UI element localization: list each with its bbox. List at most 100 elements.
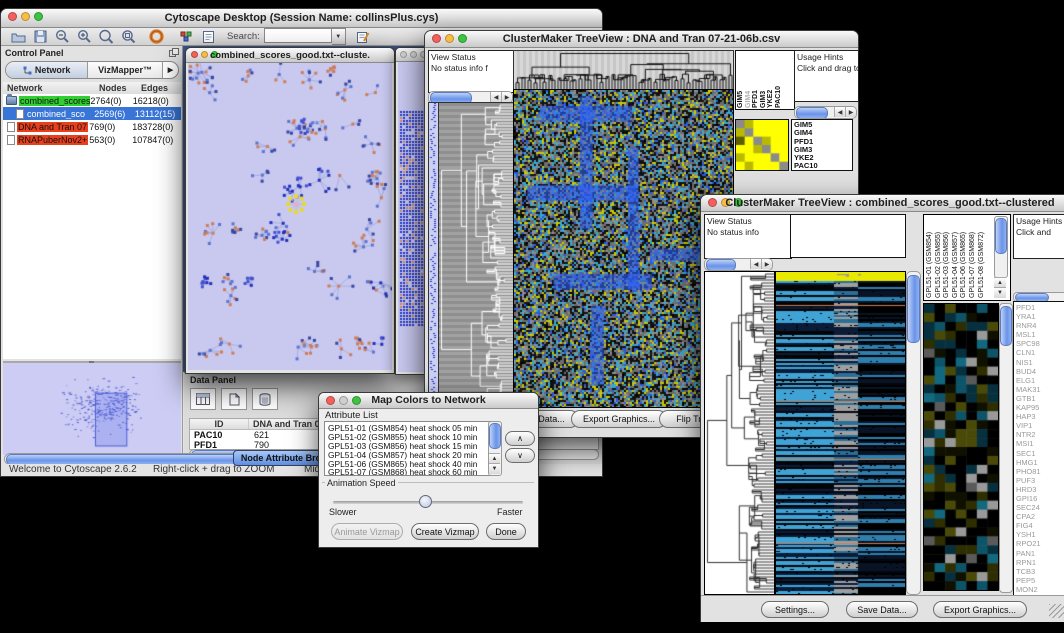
tab-more-button[interactable]: ▶ [163, 62, 178, 78]
plugins-button[interactable] [175, 27, 197, 47]
scrollbar-thumb[interactable] [489, 423, 501, 449]
scrollbar-thumb[interactable] [1000, 306, 1012, 346]
row-dendrogram[interactable] [704, 271, 775, 595]
close-button[interactable] [8, 12, 17, 21]
column-label[interactable]: GPL51-07 (GSM868) [969, 216, 978, 298]
network-overview-minimap[interactable] [5, 365, 179, 453]
scrollbar-thumb[interactable] [706, 259, 736, 271]
done-button[interactable]: Done [486, 523, 526, 540]
scroll-left-arrow[interactable]: ◀ [834, 107, 845, 117]
table-row-id[interactable]: PAC10 [190, 430, 248, 440]
gene-label[interactable]: MSI1 [1016, 439, 1064, 448]
gene-label[interactable]: HAP3 [1016, 412, 1064, 421]
scroll-left-arrow[interactable]: ◀ [750, 259, 761, 269]
move-up-button[interactable]: ∧ [505, 431, 535, 446]
close-button[interactable] [326, 396, 335, 405]
treeview2-title-bar[interactable]: ClusterMaker TreeView : combined_scores_… [701, 195, 1064, 212]
column-labels-scrollbar[interactable] [994, 216, 1008, 278]
open-session-button[interactable] [7, 27, 29, 47]
undock-icon[interactable] [169, 48, 179, 57]
gene-label[interactable]: RPN1 [1016, 558, 1064, 567]
close-button[interactable] [191, 51, 198, 58]
gene-label[interactable]: PAN1 [1016, 549, 1064, 558]
gene-label[interactable]: KAP95 [1016, 403, 1064, 412]
gene-label[interactable]: PFD1 [1016, 303, 1064, 312]
gene-label[interactable]: MON2 [1016, 585, 1064, 594]
column-label[interactable]: GIM3 [760, 52, 768, 108]
hints-horizontal-scrollbar[interactable]: ◀ ▶ [794, 106, 857, 119]
selected-genes-matrix[interactable] [735, 119, 789, 171]
heatmap-canvas[interactable] [775, 271, 906, 595]
gene-label[interactable]: MSL1 [1016, 330, 1064, 339]
delete-attribute-button[interactable] [252, 388, 278, 410]
main-title-bar[interactable]: Cytoscape Desktop (Session Name: collins… [1, 9, 602, 28]
gene-label[interactable]: PHO81 [1016, 467, 1064, 476]
column-dendrogram[interactable] [513, 50, 734, 91]
scroll-down-arrow[interactable]: ▼ [489, 463, 500, 474]
heatmap-vertical-scrollbar[interactable] [906, 271, 921, 595]
search-dropdown-button[interactable]: ▼ [332, 28, 346, 45]
column-dendrogram-pane[interactable] [790, 214, 906, 258]
zoom-selected-button[interactable] [117, 27, 139, 47]
zoom-fit-button[interactable] [95, 27, 117, 47]
gene-label[interactable]: TCB3 [1016, 567, 1064, 576]
attribute-item[interactable]: GPL51-07 (GSM868) heat shock 60 min [328, 468, 491, 476]
column-network[interactable]: Network [3, 83, 99, 93]
gene-label[interactable]: RNR4 [1016, 321, 1064, 330]
gene-label[interactable]: VIP1 [1016, 421, 1064, 430]
tab-vizmapper[interactable]: VizMapper™ [88, 62, 163, 78]
column-edges[interactable]: Edges [141, 83, 181, 93]
column-label[interactable]: GIM4 [745, 52, 753, 108]
gene-label[interactable]: ELG1 [1016, 376, 1064, 385]
attribute-list-scrollbar[interactable]: ▲ ▼ [488, 421, 502, 476]
export-graphics-button[interactable]: Export Graphics... [933, 601, 1027, 618]
attribute-filter-button[interactable] [352, 27, 374, 47]
gene-label[interactable]: GTB1 [1016, 394, 1064, 403]
network-view-canvas[interactable] [188, 63, 392, 370]
create-vizmap-button[interactable]: Create Vizmap [411, 523, 479, 540]
column-label[interactable]: PAC10 [775, 52, 783, 108]
settings-button[interactable]: Settings... [761, 601, 829, 618]
scrollbar-thumb[interactable] [796, 107, 828, 119]
close-button[interactable] [708, 198, 717, 207]
gene-label[interactable]: HMG1 [1016, 458, 1064, 467]
scroll-down-arrow[interactable]: ▼ [994, 287, 1006, 298]
gene-label[interactable]: FIG4 [1016, 521, 1064, 530]
close-button[interactable] [432, 34, 441, 43]
column-label[interactable]: GPL51-01 (GSM854) [926, 216, 935, 298]
gene-label[interactable]: BUD4 [1016, 367, 1064, 376]
gene-label[interactable]: GPI16 [1016, 494, 1064, 503]
dialog-title-bar[interactable]: Map Colors to Network [319, 393, 538, 409]
column-label[interactable]: GPL51-03 (GSM856) [943, 216, 952, 298]
network-list-item[interactable]: DNA and Tran 07 769(0) 183728(0) [3, 120, 181, 133]
move-down-button[interactable]: ∨ [505, 448, 535, 463]
scrollbar-thumb[interactable] [907, 275, 920, 343]
attribute-list[interactable]: GPL51-01 (GSM854) heat shock 05 minGPL51… [324, 421, 495, 476]
gene-label[interactable]: CPA2 [1016, 512, 1064, 521]
column-label[interactable]: GIM5 [737, 52, 745, 108]
scroll-right-arrow[interactable]: ▶ [845, 107, 856, 117]
column-label[interactable]: PFD1 [752, 52, 760, 108]
minimize-button[interactable] [201, 51, 208, 58]
scroll-left-arrow[interactable]: ◀ [490, 92, 501, 102]
gene-label[interactable]: NTR2 [1016, 430, 1064, 439]
save-session-button[interactable] [29, 27, 51, 47]
network-list-item[interactable]: RNAPuberNov2+ 563(0) 107847(0) [3, 133, 181, 146]
row-label[interactable]: PAC10 [794, 162, 850, 170]
scroll-right-arrow[interactable]: ▶ [501, 92, 512, 102]
select-attributes-button[interactable] [190, 388, 216, 410]
column-label[interactable]: GPL51-08 (GSM872) [978, 216, 987, 298]
slider-thumb[interactable] [419, 495, 432, 508]
help-button[interactable] [145, 27, 167, 47]
selected-genes-heatmap[interactable] [923, 303, 999, 591]
column-label[interactable]: GPL51-02 (GSM855) [935, 216, 944, 298]
zoom-out-button[interactable] [51, 27, 73, 47]
gene-label[interactable]: RPO21 [1016, 539, 1064, 548]
gene-label[interactable]: CLN1 [1016, 348, 1064, 357]
gene-label[interactable]: PEP5 [1016, 576, 1064, 585]
save-data-button[interactable]: Save Data... [846, 601, 918, 618]
network-list-item[interactable]: combined_sco 2569(6) 13112(15) [3, 107, 181, 120]
treeview1-title-bar[interactable]: ClusterMaker TreeView : DNA and Tran 07-… [425, 31, 858, 48]
resize-grip[interactable] [1049, 604, 1064, 618]
column-label[interactable]: YKE2 [767, 52, 775, 108]
